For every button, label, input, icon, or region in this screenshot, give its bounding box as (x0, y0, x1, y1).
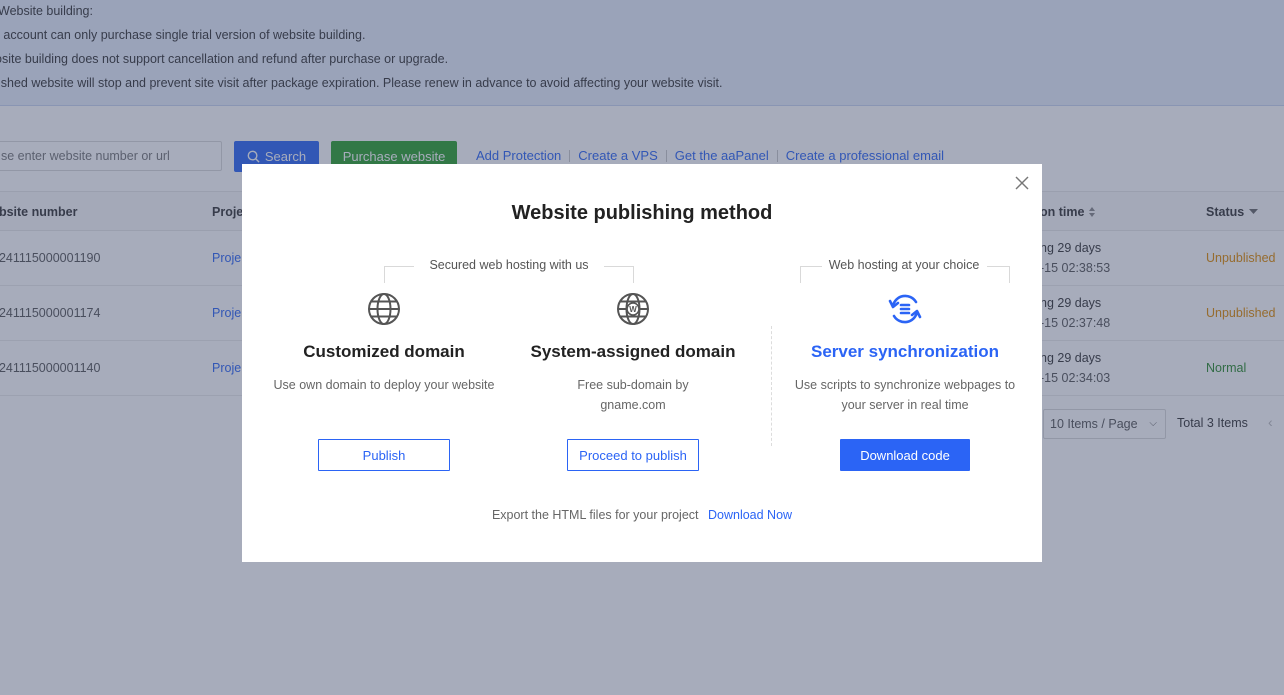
export-row: Export the HTML files for your project D… (242, 508, 1042, 522)
divider (384, 266, 414, 267)
group-label-hosted: Secured web hosting with us (429, 258, 589, 272)
divider (1009, 266, 1010, 283)
publish-button[interactable]: Publish (318, 439, 450, 471)
globe-w-icon: W (617, 293, 649, 325)
group-label-choice: Web hosting at your choice (828, 258, 980, 272)
option-description: Use own domain to deploy your website (273, 378, 495, 392)
sync-icon (888, 294, 922, 324)
divider (800, 266, 822, 267)
modal-title: Website publishing method (511, 202, 773, 224)
download-now-link[interactable]: Download Now (708, 508, 792, 522)
option-title: Server synchronization (810, 342, 999, 361)
option-title: Customized domain (303, 342, 465, 361)
option-server-sync: Server synchronization Use scripts to sy… (790, 292, 1020, 471)
export-text: Export the HTML files for your project (491, 508, 699, 522)
option-system-domain: W System-assigned domain Free sub-domain… (518, 292, 748, 471)
divider (987, 266, 1009, 267)
globe-icon (368, 293, 400, 325)
option-title: System-assigned domain (530, 342, 736, 361)
proceed-to-publish-button[interactable]: Proceed to publish (567, 439, 699, 471)
divider (604, 266, 634, 267)
svg-text:W: W (629, 305, 637, 314)
divider (633, 266, 634, 283)
option-description: Use scripts to synchronize webpages to y… (794, 378, 1016, 412)
publish-modal: Website publishing method Secured web ho… (242, 164, 1042, 562)
option-description: Free sub-domain by gname.com (577, 378, 689, 412)
divider (800, 266, 801, 283)
close-icon[interactable] (1013, 174, 1031, 192)
divider (384, 266, 385, 283)
option-customized-domain: Customized domain Use own domain to depl… (269, 292, 499, 471)
divider (771, 326, 772, 446)
download-code-button[interactable]: Download code (840, 439, 970, 471)
